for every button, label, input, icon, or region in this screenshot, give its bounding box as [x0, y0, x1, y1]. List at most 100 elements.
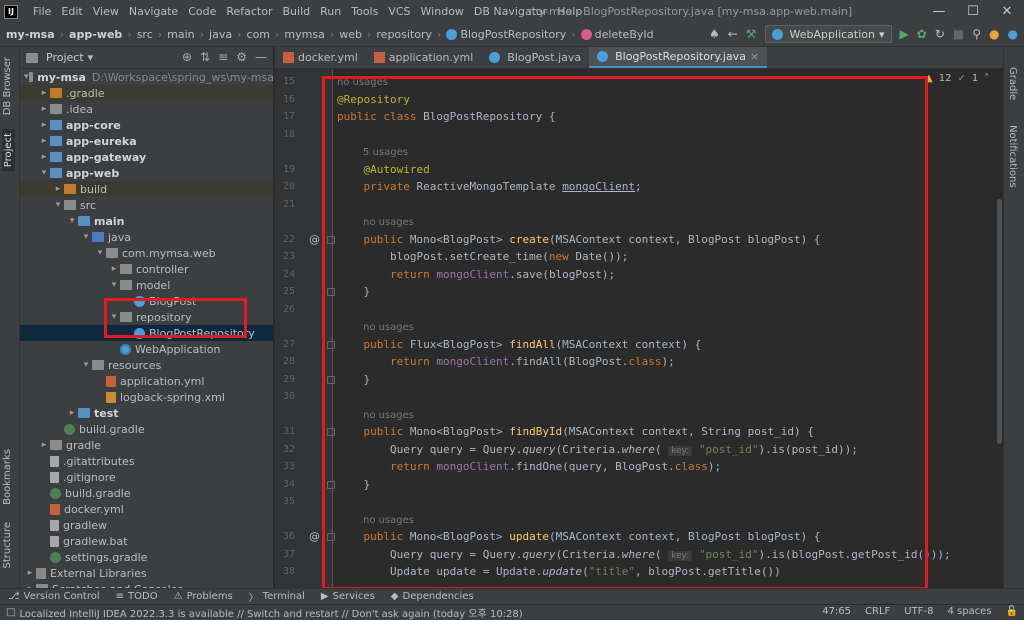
- maximize-icon[interactable]: ☐: [956, 0, 990, 23]
- file-encoding[interactable]: UTF-8: [904, 606, 933, 617]
- chevron-down-icon[interactable]: ▾: [38, 168, 50, 178]
- chevron-down-icon[interactable]: ▾: [66, 216, 78, 226]
- fold-marker-icon[interactable]: [327, 288, 335, 296]
- chevron-right-icon[interactable]: ▸: [38, 88, 50, 98]
- tool-window-tab[interactable]: ◆ Dependencies: [383, 591, 482, 602]
- tree-item[interactable]: docker.yml: [20, 501, 273, 517]
- chevron-down-icon[interactable]: ▾: [80, 360, 92, 370]
- tree-item[interactable]: ▸ test: [20, 405, 273, 421]
- breadcrumb-item[interactable]: repository: [376, 28, 432, 41]
- chevron-right-icon[interactable]: ▸: [38, 152, 50, 162]
- tree-item[interactable]: WebApplication: [20, 341, 273, 357]
- breadcrumb-item[interactable]: mymsa: [284, 28, 324, 41]
- fold-marker-icon[interactable]: [327, 428, 335, 436]
- breadcrumb-item[interactable]: main: [167, 28, 194, 41]
- override-marker-icon[interactable]: @: [309, 530, 320, 543]
- tree-item[interactable]: ▾ src: [20, 197, 273, 213]
- tool-window-tab[interactable]: ≡ TODO: [108, 591, 166, 602]
- menu-item[interactable]: Navigate: [124, 5, 183, 18]
- tree-item[interactable]: ▾ my-msa D:\Workspace\spring_ws\my-msa: [20, 69, 273, 85]
- chevron-right-icon[interactable]: ▸: [66, 408, 78, 418]
- breadcrumb-item[interactable]: BlogPostRepository: [446, 28, 566, 41]
- db-browser-tool-tab[interactable]: DB Browser: [2, 57, 13, 115]
- tree-item[interactable]: ▸ app-core: [20, 117, 273, 133]
- usage-hint[interactable]: no usages: [363, 217, 414, 228]
- menu-item[interactable]: Refactor: [221, 5, 277, 18]
- collapse-all-icon[interactable]: ≡: [218, 50, 228, 64]
- settings-icon[interactable]: ●: [1008, 27, 1018, 41]
- tool-window-tab[interactable]: ⎇ Version Control: [0, 591, 108, 602]
- gradle-tool-tab[interactable]: Gradle: [1007, 67, 1018, 100]
- run-icon[interactable]: ▶: [900, 27, 909, 41]
- editor-tab[interactable]: docker.yml: [275, 47, 366, 68]
- breadcrumb-item[interactable]: my-msa: [6, 28, 55, 41]
- tree-item[interactable]: build.gradle: [20, 485, 273, 501]
- chevron-right-icon[interactable]: ▸: [38, 136, 50, 146]
- update-icon[interactable]: ●: [989, 27, 999, 41]
- fold-marker-icon[interactable]: [327, 480, 335, 489]
- chevron-up-icon[interactable]: ˄: [984, 73, 989, 84]
- tree-item[interactable]: ▸ External Libraries: [20, 565, 273, 581]
- tree-item[interactable]: ▸Scratches and Consoles: [20, 581, 273, 588]
- tree-item[interactable]: ▾ com.mymsa.web: [20, 245, 273, 261]
- user-icon[interactable]: ♠: [709, 27, 720, 41]
- menu-item[interactable]: Edit: [56, 5, 87, 18]
- menu-item[interactable]: Run: [315, 5, 346, 18]
- tree-item[interactable]: application.yml: [20, 373, 273, 389]
- usage-hint[interactable]: 5 usages: [363, 147, 408, 158]
- lock-icon[interactable]: 🔓: [1006, 606, 1018, 617]
- debug-icon[interactable]: ✿: [917, 27, 927, 41]
- chevron-down-icon[interactable]: ▾: [108, 280, 120, 290]
- code-view[interactable]: no usages @Repository public class BlogPos…: [337, 69, 977, 588]
- bookmarks-tool-tab[interactable]: Bookmarks: [2, 449, 13, 505]
- structure-tool-tab[interactable]: Structure: [2, 522, 13, 569]
- chevron-down-icon[interactable]: ▾: [80, 232, 92, 242]
- minimize-icon[interactable]: —: [922, 0, 956, 23]
- caret-position[interactable]: 47:65: [822, 606, 851, 617]
- usage-hint[interactable]: no usages: [363, 410, 414, 421]
- chevron-right-icon[interactable]: ▸: [24, 568, 36, 578]
- tree-item[interactable]: gradlew.bat: [20, 533, 273, 549]
- tree-item[interactable]: .gitignore: [20, 469, 273, 485]
- tree-item[interactable]: logback-spring.xml: [20, 389, 273, 405]
- menu-item[interactable]: File: [28, 5, 56, 18]
- override-marker-icon[interactable]: @: [309, 233, 320, 246]
- chevron-right-icon[interactable]: ▸: [38, 120, 50, 130]
- breadcrumb-item[interactable]: java: [209, 28, 232, 41]
- menu-item[interactable]: Code: [183, 5, 221, 18]
- editor-tab[interactable]: BlogPostRepository.java ×: [589, 47, 768, 68]
- tree-item[interactable]: BlogPost: [20, 293, 273, 309]
- chevron-down-icon[interactable]: ▾: [52, 200, 64, 210]
- tool-window-tab[interactable]: 〉 Terminal: [241, 589, 313, 604]
- build-hammer-icon[interactable]: ⚒: [746, 27, 757, 41]
- run-configuration-select[interactable]: WebApplication ▾: [764, 25, 892, 43]
- back-icon[interactable]: ←: [728, 27, 738, 41]
- tree-item[interactable]: ▸ controller: [20, 261, 273, 277]
- chevron-down-icon[interactable]: ▾: [94, 248, 106, 258]
- tree-item[interactable]: BlogPostRepository: [20, 325, 273, 341]
- locate-icon[interactable]: ⊕: [182, 50, 192, 64]
- usage-hint[interactable]: no usages: [337, 77, 388, 88]
- hide-icon[interactable]: —: [255, 50, 267, 64]
- editor-scrollbar[interactable]: [995, 69, 1003, 588]
- project-view-select[interactable]: Project: [46, 51, 84, 64]
- inspection-widget[interactable]: ▲12 ✓1 ˄ ˅: [925, 73, 1000, 84]
- breadcrumb-item[interactable]: com: [247, 28, 271, 41]
- breadcrumb-item[interactable]: src: [137, 28, 153, 41]
- chevron-down-icon[interactable]: ▾: [108, 312, 120, 322]
- chevron-right-icon[interactable]: ▸: [38, 104, 50, 114]
- chevron-down-icon[interactable]: ▾: [24, 72, 29, 82]
- tree-item[interactable]: ▾ main: [20, 213, 273, 229]
- scrollbar-thumb[interactable]: [997, 199, 1002, 444]
- chevron-right-icon[interactable]: ▸: [52, 184, 64, 194]
- gear-icon[interactable]: ⚙: [236, 50, 247, 64]
- chevron-down-icon[interactable]: ▾: [88, 51, 94, 64]
- tree-item[interactable]: ▾ repository: [20, 309, 273, 325]
- menu-item[interactable]: Window: [416, 5, 469, 18]
- tree-item[interactable]: ▸ build: [20, 181, 273, 197]
- tree-item[interactable]: ▾ java: [20, 229, 273, 245]
- expand-all-icon[interactable]: ⇅: [200, 50, 210, 64]
- fold-marker-icon[interactable]: [327, 235, 335, 244]
- breadcrumb-item[interactable]: web: [339, 28, 362, 41]
- tree-item[interactable]: ▾ model: [20, 277, 273, 293]
